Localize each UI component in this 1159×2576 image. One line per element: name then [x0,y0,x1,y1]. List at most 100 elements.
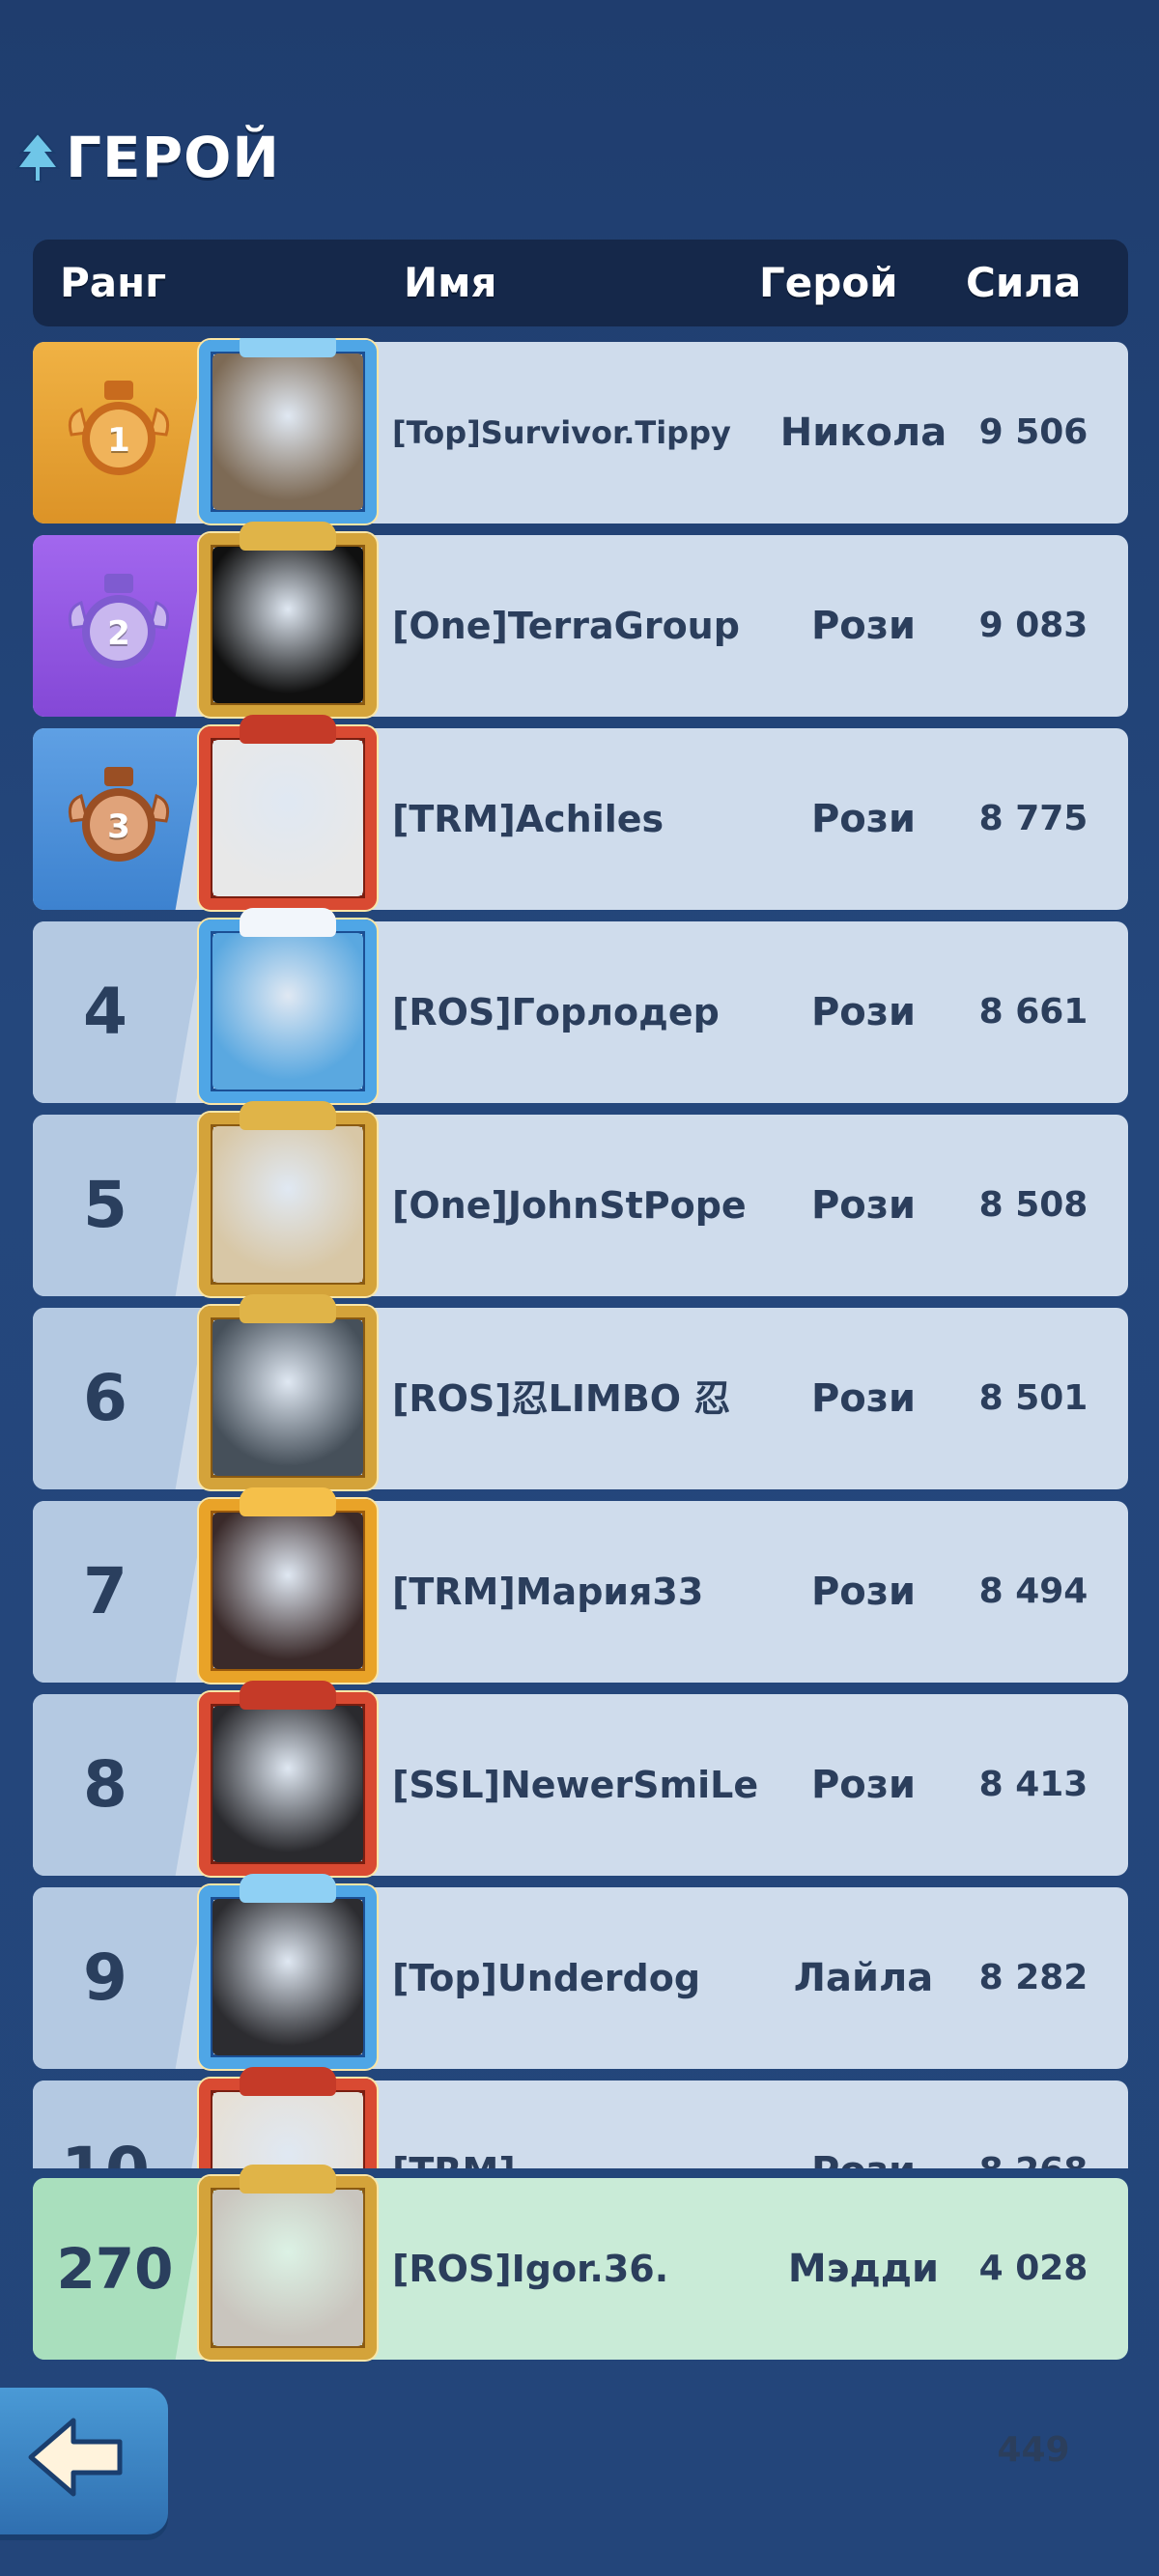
leaderboard-row[interactable]: 8 [SSL]NewerSmiLeРози8 413 869 [33,1681,1128,1986]
my-rank-row[interactable]: 270 [ROS]Igor.36. Мэдди 4 028 449 [33,2165,1128,2470]
avatar-photo [212,1126,363,1283]
avatar-photo [212,547,363,703]
player-avatar[interactable] [185,522,390,728]
rank-number: 4 [83,975,127,1049]
player-name: [One]JohnStPope [392,1184,747,1227]
player-name: [TRM]Achiles [392,798,664,840]
power-value: 8 268 488 [937,2081,1130,2168]
player-avatar[interactable] [185,338,390,535]
tree-icon [15,131,60,184]
avatar-photo [212,1899,363,2055]
page-title: ГЕРОЙ [66,125,280,190]
rank-medal-icon: 1 [62,377,176,491]
column-header-hero: Герой [759,259,898,306]
column-header-name: Имя [404,259,497,306]
frame-crown-ornament [240,2165,336,2194]
avatar-photo [212,1319,363,1476]
player-name: [ROS]Горлодер [392,991,720,1033]
avatar-photo [212,933,363,1090]
frame-crown-ornament [240,1487,336,1516]
power-value: 8 508 658 [978,1185,1088,1406]
player-avatar[interactable] [185,715,390,921]
rank-cell: 5 [33,1115,207,1296]
player-avatar[interactable] [185,1487,390,1694]
player-name: [ROS]Igor.36. [392,2248,669,2290]
player-name: [TRM]Мария33 [392,1571,704,1613]
player-avatar[interactable] [185,1681,390,1887]
column-header-power: Сила [966,259,1082,306]
power-value: 8 413 869 [978,1765,1088,1986]
rank-number: 270 [56,2236,174,2302]
rank-cell: 2 [33,535,207,717]
player-avatar[interactable] [185,1101,390,1308]
player-avatar[interactable] [185,1294,390,1501]
power-value: 8 775 867 [978,799,1088,1020]
power-value: 8 282 362 [978,1958,1088,2168]
frame-crown-ornament [240,1874,336,1903]
rank-number: 3 [107,807,130,846]
player-avatar[interactable] [185,1874,390,2081]
rank-number: 1 [107,421,130,460]
leaderboard-row[interactable]: 2 [One]TerraGroupРози9 083 961 [33,522,1128,827]
rank-medal-icon: 3 [62,763,176,877]
rank-number: 10 [33,2081,178,2168]
frame-crown-ornament [240,1681,336,1710]
rank-number: 2 [107,614,130,653]
rank-number: 5 [83,1168,127,1242]
leaderboard-row[interactable]: 10 [TRM]Рози8 268 488 [33,2067,1130,2168]
rank-number: 6 [83,1361,127,1435]
rank-number: 9 [83,1940,127,2015]
frame-crown-ornament [240,1101,336,1130]
rank-cell: 4 [33,921,207,1103]
page-header: ГЕРОЙ [15,124,280,191]
player-name: [SSL]NewerSmiLe [392,1764,759,1806]
frame-crown-ornament [240,2067,336,2096]
avatar-photo [212,1513,363,1669]
power-value: 9 506 810 [978,412,1088,634]
player-avatar[interactable] [185,2165,390,2371]
frame-crown-ornament [240,908,336,937]
power-value: 8 494 943 [978,1571,1088,1793]
leaderboard-list[interactable]: 1 [Top]Survivor.TippyНикола9 506 810 2 [… [0,338,1159,2168]
leaderboard-row[interactable]: 3 [TRM]AchilesРози8 775 867 [33,715,1128,1020]
leaderboard-row[interactable]: 9 [Top]UnderdogЛайла8 282 362 [33,1874,1128,2168]
rank-cell: 6 [33,1308,207,1489]
rank-cell: 270 [33,2178,207,2360]
player-name: [ROS]忍LIMBO 忍 [392,1377,731,1420]
avatar-photo [212,2092,363,2168]
frame-crown-ornament [240,338,336,357]
frame-crown-ornament [240,522,336,551]
rank-cell: 1 [33,342,207,524]
column-header-bar: Ранг Имя Герой Сила [33,240,1128,326]
player-name: [Top]Survivor.Tippy [392,414,731,451]
rank-medal-icon: 2 [62,570,176,684]
leaderboard-row[interactable]: 5 [One]JohnStPopeРози8 508 658 [33,1101,1128,1406]
power-value: 9 083 961 [978,606,1088,827]
leaderboard-row[interactable]: 4 [ROS]ГорлодерРози8 661 257 [33,908,1128,1213]
leaderboard-row[interactable]: 7 [TRM]Мария33Рози8 494 943 [33,1487,1128,1793]
back-button[interactable] [0,2388,168,2534]
player-avatar[interactable] [185,2067,390,2168]
frame-crown-ornament [240,715,336,744]
player-avatar[interactable] [185,908,390,1115]
rank-cell: 3 [33,728,207,910]
rank-cell: 7 [33,1501,207,1683]
rank-cell: 8 [33,1694,207,1876]
player-name: [One]TerraGroup [392,605,740,647]
rank-cell: 10 [33,2081,207,2168]
avatar-photo [212,1706,363,1862]
avatar-photo [212,740,363,896]
power-value: 8 501 503 [978,1378,1088,1599]
player-name: [TRM] [392,2081,769,2168]
rank-number: 8 [83,1747,127,1822]
player-name: [Top]Underdog [392,1957,701,1999]
power-value: 4 028 449 [978,2249,1088,2470]
leaderboard-row[interactable]: 6 [ROS]忍LIMBO 忍Рози8 501 503 [33,1294,1128,1599]
avatar-photo [212,354,363,510]
avatar-photo [212,2190,363,2346]
leaderboard-row[interactable]: 1 [Top]Survivor.TippyНикола9 506 810 [33,338,1128,634]
column-header-rank: Ранг [60,259,167,306]
power-value: 8 661 257 [978,992,1088,1213]
rank-number: 7 [83,1554,127,1628]
rank-cell: 9 [33,1887,207,2069]
